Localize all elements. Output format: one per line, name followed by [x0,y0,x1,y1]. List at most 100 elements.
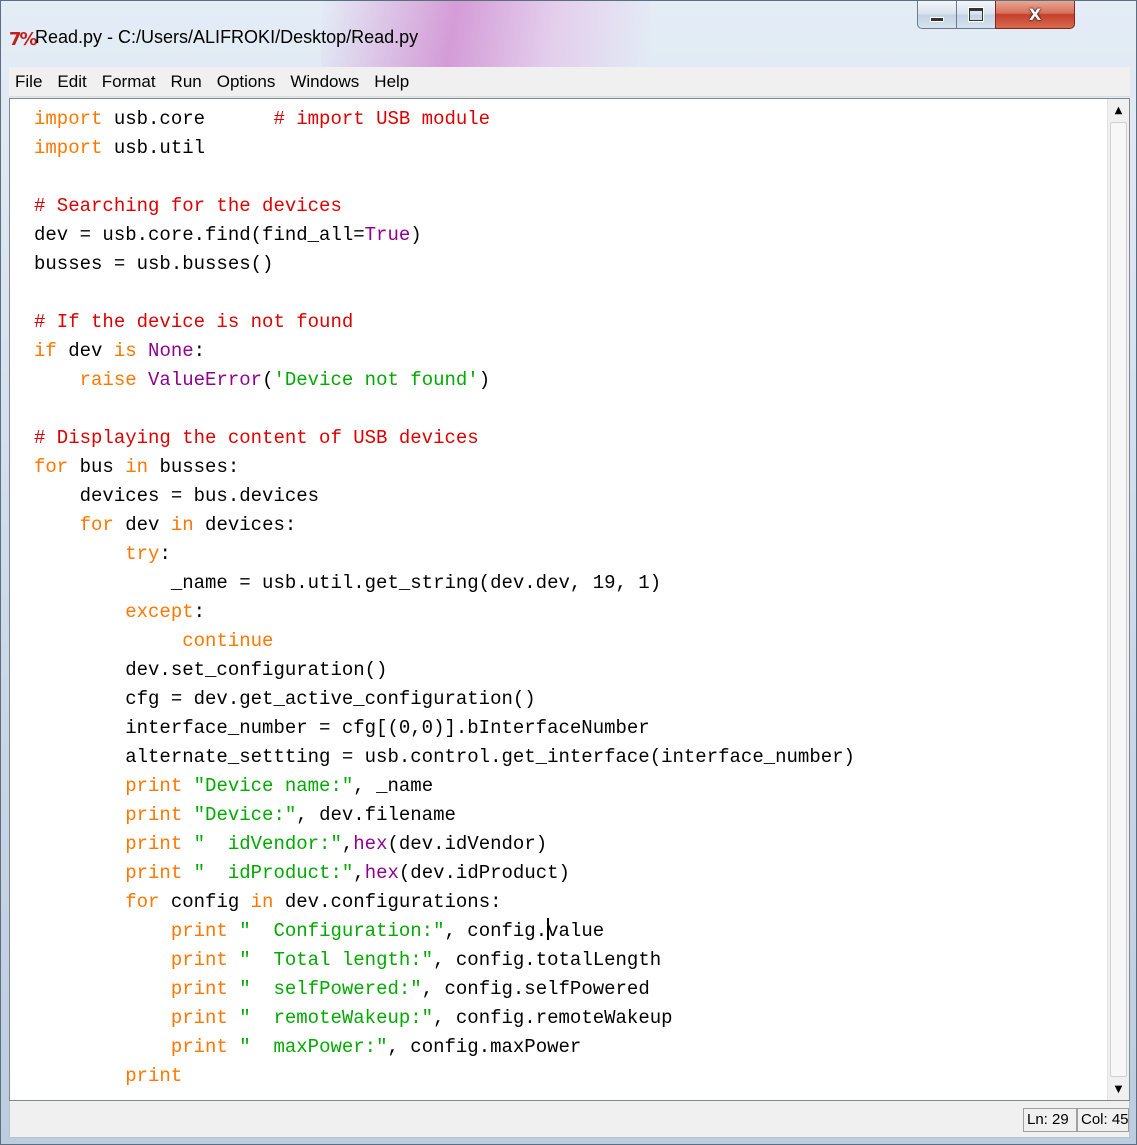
code-token: import [34,137,103,159]
code-token: , config.maxPower [387,1036,582,1058]
code-line[interactable]: # If the device is not found [34,308,1104,337]
code-token: print [170,1036,228,1058]
code-line[interactable]: devices = bus.devices [34,482,1104,511]
code-token: is [113,340,137,362]
code-token: " selfPowered:" [239,978,422,1000]
code-token: " Total length:" [239,949,434,971]
code-line[interactable]: print " idVendor:",hex(dev.idVendor) [34,830,1104,859]
code-token: alternate_settting = usb.control.get_int… [34,746,855,768]
code-line[interactable] [34,163,1104,192]
code-token: " idProduct:" [193,862,354,884]
code-editor[interactable]: import usb.core # import USB module impor… [9,98,1130,1101]
code-token: 'Device not found' [273,369,479,391]
code-line[interactable]: print "Device:", dev.filename [34,801,1104,830]
menu-run[interactable]: Run [165,72,208,92]
code-token: raise [79,369,137,391]
code-token: # Searching for the devices [34,195,342,217]
code-line[interactable]: print " idProduct:",hex(dev.idProduct) [34,859,1104,888]
code-token: (dev.idVendor) [387,833,548,855]
code-line[interactable]: interface_number = cfg[(0,0)].bInterface… [34,714,1104,743]
menu-windows[interactable]: Windows [284,72,365,92]
scroll-up-icon[interactable]: ▲ [1108,99,1129,121]
menu-file[interactable]: File [9,72,48,92]
code-token: " remoteWakeup:" [239,1007,434,1029]
code-line[interactable]: continue [34,627,1104,656]
code-token: busses = usb.busses() [34,253,274,275]
code-line[interactable]: if dev is None: [34,337,1104,366]
code-text-area[interactable]: import usb.core # import USB module impor… [34,105,1104,1091]
menu-options[interactable]: Options [211,72,282,92]
code-token: for [125,891,160,913]
code-line[interactable]: print " Configuration:", config.value [34,917,1104,946]
code-token: " Configuration:" [239,920,445,942]
code-line[interactable]: import usb.util [34,134,1104,163]
code-token: print [170,978,228,1000]
scroll-down-icon[interactable]: ▼ [1108,1078,1129,1100]
code-line[interactable]: print " remoteWakeup:", config.remoteWak… [34,1004,1104,1033]
code-token: : [193,340,206,362]
code-token: ) [478,369,491,391]
code-line[interactable]: busses = usb.busses() [34,250,1104,279]
code-token: None [148,340,194,362]
code-token: ) [410,224,422,246]
code-line[interactable]: for bus in busses: [34,453,1104,482]
scrollbar-thumb[interactable] [1110,122,1127,1077]
code-line[interactable] [34,279,1104,308]
code-token: cfg = dev.get_active_configuration() [34,688,536,710]
code-token: : [193,601,206,623]
code-line[interactable]: for dev in devices: [34,511,1104,540]
code-line[interactable]: try: [34,540,1104,569]
code-token: ValueError [148,369,263,391]
title-bar[interactable]: 7% Read.py - C:/Users/ALIFROKI/Desktop/R… [1,1,1136,67]
code-line[interactable]: # Searching for the devices [34,192,1104,221]
code-line[interactable]: raise ValueError('Device not found') [34,366,1104,395]
code-line[interactable]: dev = usb.core.find(find_all=True) [34,221,1104,250]
code-token: dev [56,340,114,362]
code-token: config [159,891,251,913]
code-token: in [170,514,194,536]
code-line[interactable]: print "Device name:", _name [34,772,1104,801]
maximize-icon [969,8,983,21]
menu-format[interactable]: Format [96,72,162,92]
close-button[interactable]: X [995,1,1075,29]
code-token: for [79,514,114,536]
code-line[interactable]: alternate_settting = usb.control.get_int… [34,743,1104,772]
code-token: value [547,920,605,942]
minimize-icon [931,18,943,21]
code-token: for [34,456,69,478]
code-line[interactable] [34,395,1104,424]
code-token: # Displaying the content of USB devices [34,427,479,449]
code-token: , config. [444,920,548,942]
maximize-button[interactable] [956,1,996,29]
code-token: dev.configurations: [273,891,502,913]
code-line[interactable]: except: [34,598,1104,627]
window-title: Read.py - C:/Users/ALIFROKI/Desktop/Read… [35,27,419,47]
code-line[interactable]: dev.set_configuration() [34,656,1104,685]
code-token: interface_number = cfg[(0,0)].bInterface… [34,717,650,739]
code-line[interactable]: print " Total length:", config.totalLeng… [34,946,1104,975]
minimize-button[interactable] [917,1,957,29]
code-token: print [125,1065,183,1087]
code-line[interactable]: print " selfPowered:", config.selfPowere… [34,975,1104,1004]
code-line[interactable]: # Displaying the content of USB devices [34,424,1104,453]
code-line[interactable]: import usb.core # import USB module [34,105,1104,134]
code-token: # If the device is not found [34,311,354,333]
code-line[interactable]: for config in dev.configurations: [34,888,1104,917]
vertical-scrollbar[interactable]: ▲ ▼ [1107,99,1129,1100]
code-token: "Device:" [193,804,297,826]
code-line[interactable]: print " maxPower:", config.maxPower [34,1033,1104,1062]
menu-edit[interactable]: Edit [51,72,92,92]
menu-help[interactable]: Help [368,72,415,92]
code-line[interactable]: print [34,1062,1104,1091]
code-line[interactable]: cfg = dev.get_active_configuration() [34,685,1104,714]
code-line[interactable]: _name = usb.util.get_string(dev.dev, 19,… [34,569,1104,598]
code-token: print [125,775,183,797]
